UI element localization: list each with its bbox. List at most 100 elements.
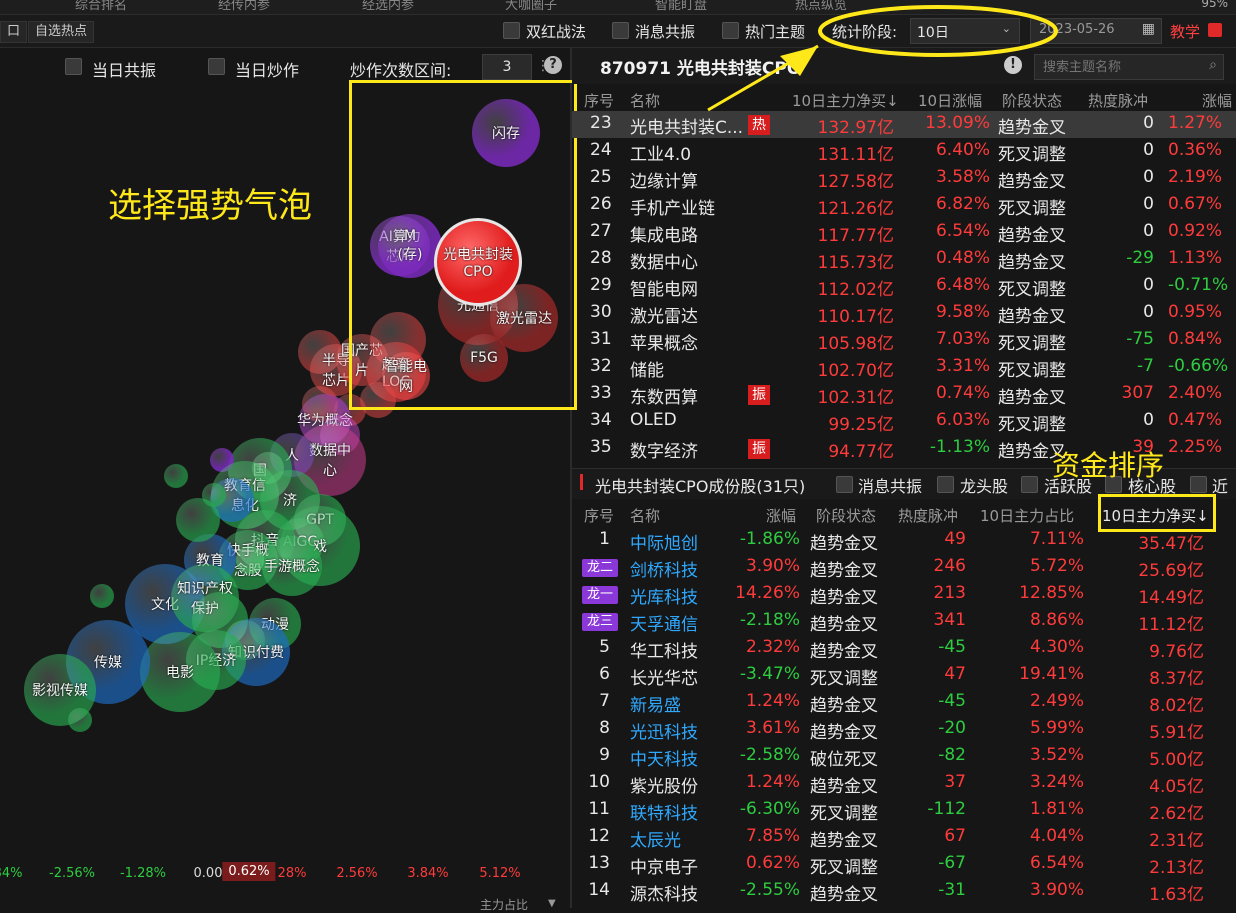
row-name[interactable]: 源杰科技 [630, 880, 698, 905]
row-name[interactable]: 集成电路 [630, 221, 698, 246]
row-name[interactable]: OLED [630, 410, 677, 430]
theme-row[interactable]: 26 手机产业链 121.26亿 6.82% 死叉调整 0 0.67% [572, 192, 1236, 219]
row-state: 趋势金叉 [810, 615, 878, 635]
theme-bubble[interactable] [236, 546, 264, 574]
stock-row[interactable]: 7 新易盛 1.24% 趋势金叉 -45 2.49% 8.02亿 [572, 689, 1236, 716]
row-no: 7 [599, 691, 610, 711]
top-tab[interactable]: 经选内参 [362, 0, 414, 13]
row-no: 33 [590, 383, 612, 403]
row-name[interactable]: 光迅科技 [630, 718, 698, 743]
row-name[interactable]: 中天科技 [630, 745, 698, 770]
theme-bubble[interactable] [140, 632, 220, 712]
row-heat: -45 [938, 691, 966, 711]
theme-row[interactable]: 34 OLED 99.25亿 6.03% 死叉调整 0 0.47% [572, 408, 1236, 435]
theme-row[interactable]: 31 苹果概念 105.98亿 7.03% 死叉调整 -75 0.84% [572, 327, 1236, 354]
col-heat[interactable]: 热度脉冲 [898, 505, 958, 526]
double-red-checkbox[interactable] [503, 22, 520, 39]
same-day-speculation-checkbox[interactable] [208, 58, 225, 75]
col-state[interactable]: 阶段状态 [816, 505, 876, 526]
col-no[interactable]: 序号 [584, 90, 614, 111]
col-chg[interactable]: 涨幅 [766, 505, 796, 526]
axis-tick: -2.56% [49, 866, 95, 881]
stock-row[interactable]: 12 太辰光 7.85% 趋势金叉 67 4.04% 2.31亿 [572, 824, 1236, 851]
stock-row[interactable]: 6 长光华芯 -3.47% 死叉调整 47 19.41% 8.37亿 [572, 662, 1236, 689]
row-name[interactable]: 手机产业链 [630, 194, 715, 219]
theme-row[interactable]: 27 集成电路 117.77亿 6.54% 趋势金叉 0 0.92% [572, 219, 1236, 246]
stock-row[interactable]: 5 华工科技 2.32% 趋势金叉 -45 4.30% 9.76亿 [572, 635, 1236, 662]
left-button[interactable]: 口 [0, 21, 28, 43]
theme-row[interactable]: 32 储能 102.70亿 3.31% 死叉调整 -7 -0.66% [572, 354, 1236, 381]
stock-row[interactable]: 龙一 光库科技 14.26% 趋势金叉 213 12.85% 14.49亿 [572, 581, 1236, 608]
row-name[interactable]: 储能 [630, 356, 664, 381]
highlight-box-bubbles [349, 80, 577, 410]
col-ratio[interactable]: 10日主力占比 [980, 505, 1074, 526]
stock-row[interactable]: 龙二 剑桥科技 3.90% 趋势金叉 246 5.72% 25.69亿 [572, 554, 1236, 581]
theme-bubble[interactable] [68, 708, 92, 732]
stock-filter-news-checkbox[interactable] [836, 476, 853, 493]
theme-row[interactable]: 33 东数西算 振 102.31亿 0.74% 趋势金叉 307 2.40% [572, 381, 1236, 408]
top-tab[interactable]: 智能盯盘 [655, 0, 707, 13]
theme-row[interactable]: 28 数据中心 115.73亿 0.48% 趋势金叉 -29 1.13% [572, 246, 1236, 273]
row-name[interactable]: 智能电网 [630, 275, 698, 300]
stock-row[interactable]: 11 联特科技 -6.30% 死叉调整 -112 1.81% 2.62亿 [572, 797, 1236, 824]
row-name[interactable]: 边缘计算 [630, 167, 698, 192]
stock-row[interactable]: 14 源杰科技 -2.55% 趋势金叉 -31 3.90% 1.63亿 [572, 878, 1236, 905]
row-name[interactable]: 新易盛 [630, 691, 681, 716]
row-heat: 47 [944, 664, 966, 684]
col-no[interactable]: 序号 [584, 505, 614, 526]
theme-bubble[interactable] [164, 464, 188, 488]
col-name[interactable]: 名称 [630, 505, 660, 526]
self-hot-button[interactable]: 自选热点 [28, 21, 95, 43]
stock-filter-near-checkbox[interactable] [1190, 476, 1207, 493]
theme-bubble[interactable] [90, 584, 114, 608]
row-name[interactable]: 联特科技 [630, 799, 698, 824]
row-name[interactable]: 剑桥科技 [630, 556, 698, 581]
row-name[interactable]: 激光雷达 [630, 302, 698, 327]
row-heat: 0 [1143, 410, 1154, 430]
row-name[interactable]: 光库科技 [630, 583, 698, 608]
news-resonance-checkbox[interactable] [612, 22, 629, 39]
stock-filter-active-checkbox[interactable] [1021, 476, 1038, 493]
row-name[interactable]: 华工科技 [630, 637, 698, 662]
row-name[interactable]: 中京电子 [630, 853, 698, 878]
row-name[interactable]: 东数西算 [630, 383, 698, 408]
teach-button[interactable]: 教学 [1170, 21, 1200, 42]
row-heat: -29 [1126, 248, 1154, 268]
stock-row[interactable]: 13 中京电子 0.62% 死叉调整 -67 6.54% 2.13亿 [572, 851, 1236, 878]
theme-row[interactable]: 29 智能电网 112.02亿 6.48% 死叉调整 0 -0.71% [572, 273, 1236, 300]
theme-bubble[interactable] [252, 452, 284, 484]
col-heat[interactable]: 热度脉冲 [1088, 90, 1148, 111]
theme-row[interactable]: 30 激光雷达 110.17亿 9.58% 趋势金叉 0 0.95% [572, 300, 1236, 327]
stock-row[interactable]: 10 紫光股份 1.24% 趋势金叉 37 3.24% 4.05亿 [572, 770, 1236, 797]
row-name[interactable]: 紫光股份 [630, 772, 698, 797]
top-tab[interactable]: 大咖圈子 [505, 0, 557, 13]
theme-row[interactable]: 24 工业4.0 131.11亿 6.40% 死叉调整 0 0.36% [572, 138, 1236, 165]
theme-bubble[interactable] [202, 483, 226, 507]
stock-row[interactable]: 9 中天科技 -2.58% 破位死叉 -82 3.52% 5.00亿 [572, 743, 1236, 770]
col-name[interactable]: 名称 [630, 90, 660, 111]
top-tab[interactable]: 经传内参 [218, 0, 270, 13]
top-tab[interactable]: 综合排名 [75, 0, 127, 13]
spec-range-input[interactable]: 3 [482, 54, 532, 80]
row-name[interactable]: 数字经济 [630, 437, 698, 462]
row-name[interactable]: 工业4.0 [630, 140, 691, 165]
row-name[interactable]: 中际旭创 [630, 529, 698, 554]
row-name[interactable]: 天孚通信 [630, 610, 698, 635]
row-name[interactable]: 太辰光 [630, 826, 681, 851]
row-no: 28 [590, 248, 612, 268]
theme-row[interactable]: 25 边缘计算 127.58亿 3.58% 趋势金叉 0 2.19% [572, 165, 1236, 192]
help-icon[interactable]: ? [544, 56, 562, 74]
row-name[interactable]: 苹果概念 [630, 329, 698, 354]
stock-row[interactable]: 8 光迅科技 3.61% 趋势金叉 -20 5.99% 5.91亿 [572, 716, 1236, 743]
stock-row[interactable]: 1 中际旭创 -1.86% 趋势金叉 49 7.11% 35.47亿 [572, 527, 1236, 554]
col-chg2[interactable]: 涨幅 [1202, 90, 1232, 111]
theme-bubble[interactable] [262, 536, 322, 596]
top-tab[interactable]: 热点纵览 [795, 0, 847, 13]
row-name[interactable]: 数据中心 [630, 248, 698, 273]
same-day-resonance-checkbox[interactable] [65, 58, 82, 75]
stock-filter-leader-checkbox[interactable] [937, 476, 954, 493]
stock-row[interactable]: 龙三 天孚通信 -2.18% 趋势金叉 341 8.86% 11.12亿 [572, 608, 1236, 635]
row-name[interactable]: 长光华芯 [630, 664, 698, 689]
axis-dropdown-icon[interactable]: ▼ [548, 898, 556, 909]
row-state: 趋势金叉 [810, 885, 878, 905]
